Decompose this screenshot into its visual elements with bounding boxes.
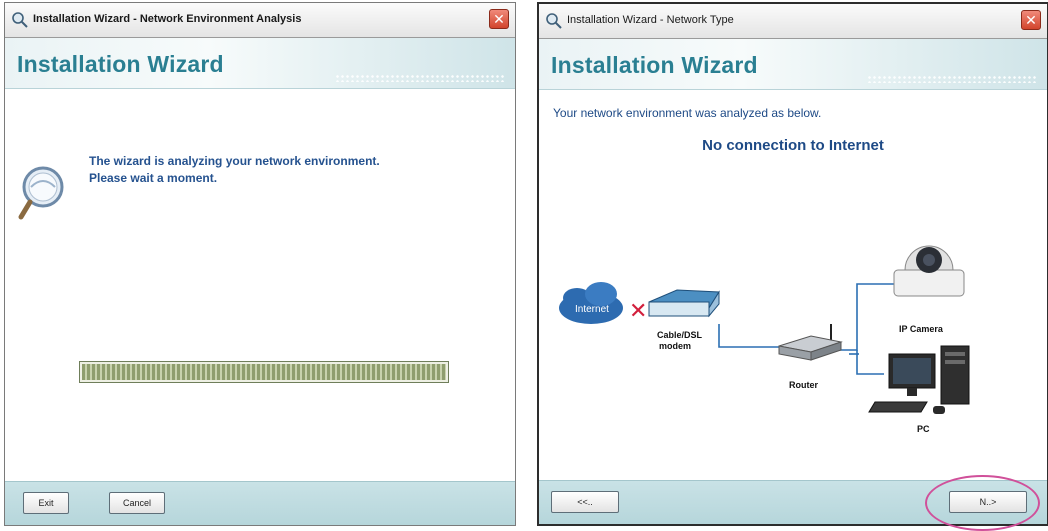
magnifier-icon (546, 13, 562, 29)
title-bar[interactable]: Installation Wizard - Network Type ✕ (539, 4, 1047, 39)
close-icon: ✕ (1025, 12, 1037, 28)
message-line-2: Please wait a moment. (89, 171, 218, 185)
internet-label: Internet (575, 304, 609, 315)
modem-icon (648, 289, 720, 318)
banner-decoration (335, 74, 505, 82)
analysis-window: Installation Wizard - Network Environmen… (4, 2, 516, 526)
pc-icon (868, 345, 970, 414)
camera-label: IP Camera (899, 324, 944, 334)
window-title: Installation Wizard - Network Environmen… (33, 13, 302, 25)
modem-label: Cable/DSL (657, 330, 703, 340)
close-button[interactable]: ✕ (1021, 10, 1041, 30)
pc-label: PC (917, 424, 930, 434)
magnifier-icon (18, 166, 64, 220)
modem-label-2: modem (659, 341, 691, 351)
camera-icon (893, 245, 965, 297)
back-button[interactable]: <<.. (551, 491, 619, 513)
cancel-button[interactable]: Cancel (109, 492, 165, 514)
close-button[interactable]: ✕ (489, 9, 509, 29)
next-button-highlight (925, 475, 1040, 531)
close-icon: ✕ (493, 11, 505, 27)
connection-lines (718, 283, 894, 375)
connection-status: No connection to Internet (702, 137, 884, 154)
router-label: Router (789, 380, 818, 390)
progress-fill (82, 364, 446, 380)
magnifier-icon (12, 12, 28, 28)
exit-button[interactable]: Exit (23, 492, 69, 514)
cloud-icon: Internet (559, 282, 623, 324)
message-line-1: The wizard is analyzing your network env… (89, 154, 380, 168)
analysis-message: The wizard is analyzing your network env… (89, 153, 380, 187)
router-icon (778, 324, 843, 361)
wizard-banner: Installation Wizard (539, 39, 1047, 90)
banner-title: Installation Wizard (17, 51, 224, 77)
banner-decoration (867, 75, 1037, 83)
disconnected-icon: ✕ (629, 299, 647, 324)
banner-title: Installation Wizard (551, 52, 758, 78)
wizard-footer: Exit Cancel (5, 481, 515, 525)
analysis-result-text: Your network environment was analyzed as… (553, 106, 822, 120)
window-title: Installation Wizard - Network Type (567, 14, 734, 26)
network-type-window: Installation Wizard - Network Type ✕ Ins… (537, 2, 1048, 526)
title-bar[interactable]: Installation Wizard - Network Environmen… (5, 3, 515, 38)
progress-bar (79, 361, 449, 383)
wizard-banner: Installation Wizard (5, 38, 515, 89)
network-diagram: Internet ✕ Cable/DSL modem Router IP Cam… (559, 245, 970, 434)
